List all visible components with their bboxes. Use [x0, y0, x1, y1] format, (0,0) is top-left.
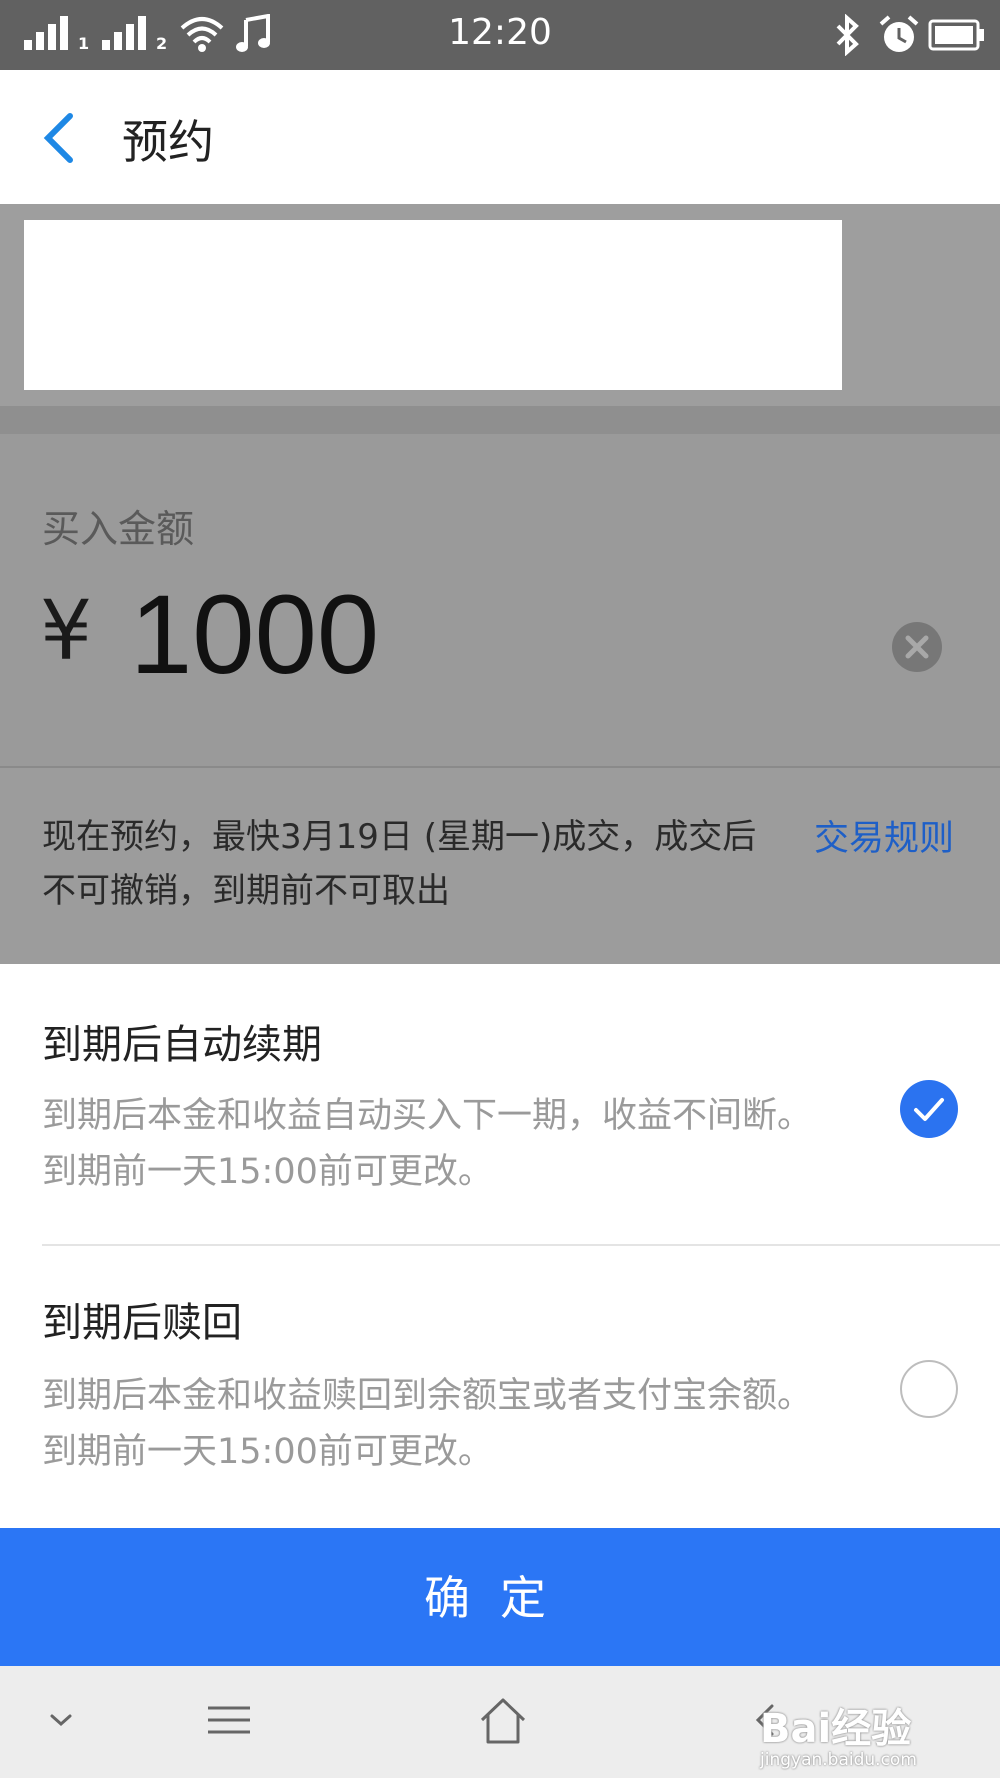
clear-circle-icon[interactable] [892, 622, 942, 672]
watermark-main: Bai经验 [760, 1706, 912, 1752]
chevron-down-icon[interactable] [46, 1696, 76, 1746]
section-separator [0, 406, 1000, 434]
confirm-button[interactable]: 确定 [0, 1528, 1000, 1666]
status-bar: 1 2 12:20 [0, 0, 1000, 70]
currency-symbol: ¥ [40, 584, 93, 679]
amount-input[interactable]: 1000 [130, 570, 379, 699]
header: 预约 [0, 70, 1000, 204]
option-redeem[interactable]: 到期后赎回 到期后本金和收益赎回到余额宝或者支付宝余额。到期前一天15:00前可… [0, 1246, 1000, 1528]
amount-section: 买入金额 ¥ 1000 [0, 434, 1000, 766]
home-icon[interactable] [478, 1696, 528, 1746]
alarm-icon [879, 15, 919, 52]
baidu-watermark: Bai经验 jingyan.baidu.com [760, 1696, 917, 1770]
info-text: 现在预约，最快3月19日 (星期一)成交，成交后不可撤销，到期前不可取出 [42, 817, 757, 911]
renewal-options: 到期后自动续期 到期后本金和收益自动买入下一期，收益不间断。到期前一天15:00… [0, 964, 1000, 1528]
chevron-left-icon[interactable] [36, 108, 86, 168]
option-auto-renew[interactable]: 到期后自动续期 到期后本金和收益自动买入下一期，收益不间断。到期前一天15:00… [0, 964, 1000, 1244]
page-title: 预约 [122, 115, 214, 169]
amount-label: 买入金额 [42, 507, 195, 551]
option-description: 到期后本金和收益赎回到余额宝或者支付宝余额。到期前一天15:00前可更改。 [42, 1376, 813, 1472]
nav-bar: Bai经验 jingyan.baidu.com [0, 1666, 1000, 1778]
bluetooth-icon [836, 14, 859, 56]
radio-unchecked-icon[interactable] [900, 1360, 958, 1418]
watermark-sub: jingyan.baidu.com [760, 1750, 917, 1770]
info-section: 现在预约，最快3月19日 (星期一)成交，成交后不可撤销，到期前不可取出 交易规… [0, 766, 1000, 966]
product-card [24, 220, 842, 390]
option-title: 到期后赎回 [42, 1300, 242, 1346]
option-description: 到期后本金和收益自动买入下一期，收益不间断。到期前一天15:00前可更改。 [42, 1096, 813, 1192]
battery-icon [928, 19, 984, 51]
menu-icon[interactable] [204, 1696, 254, 1746]
radio-checked-icon[interactable] [900, 1080, 958, 1138]
option-title: 到期后自动续期 [42, 1022, 322, 1068]
trade-rules-link[interactable]: 交易规则 [814, 810, 954, 861]
